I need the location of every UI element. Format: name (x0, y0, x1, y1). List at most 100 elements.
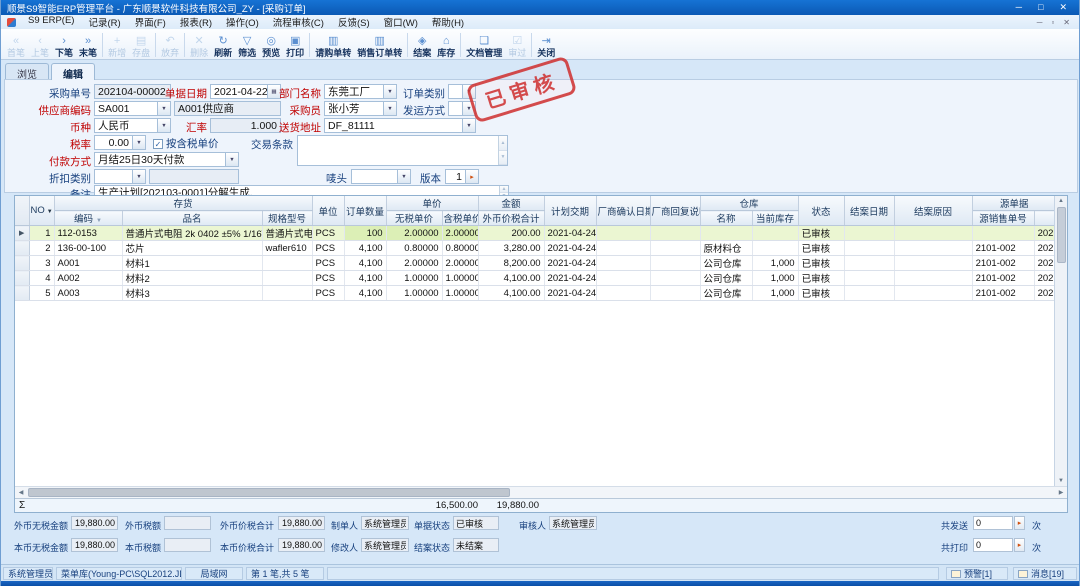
minimize-icon[interactable]: ─ (1016, 2, 1022, 13)
table-row[interactable]: 5A003材料3PCS4,1001.000001.000004,100.0020… (15, 286, 1054, 301)
dropdown-icon[interactable]: ▼ (397, 170, 410, 183)
supplier-code-field[interactable]: SA001▼ (94, 101, 171, 116)
toolbar-label: 库存 (437, 48, 455, 58)
status-alert[interactable]: 预警[1] (946, 567, 1008, 580)
col-price-inc-tax[interactable]: 含税单价 (442, 211, 478, 226)
row-selector[interactable]: ▶ (15, 226, 29, 241)
table-row[interactable]: 2136-00-100芯片wafler610PCS4,1000.800000.8… (15, 241, 1054, 256)
row-selector[interactable] (15, 241, 29, 256)
grid-main: NO▼ 存货 单位 订单数量 单价 金额 计划交期 厂商确认日期 厂商回复说明 … (15, 196, 1067, 486)
vertical-scroll-thumb[interactable] (1057, 207, 1066, 263)
toolbar-last-record[interactable]: »末笔 (76, 30, 100, 58)
print-count-unit: 次 (1032, 541, 1041, 554)
dropdown-icon[interactable]: ▼ (462, 119, 475, 132)
print-count-field[interactable]: 0 (973, 538, 1013, 552)
toolbar-pr-transfer[interactable]: ▥请购单转 (312, 30, 354, 58)
version-field[interactable]: 1▸ (445, 169, 479, 184)
horizontal-scrollbar[interactable]: ◀ ▶ (15, 486, 1067, 498)
col-code[interactable]: 编码▼ (54, 211, 122, 226)
toolbar-refresh[interactable]: ↻刷新 (211, 30, 235, 58)
mdi-minimize-icon[interactable]: ─ (1037, 18, 1043, 27)
col-close-reason[interactable]: 结案原因 (894, 196, 972, 226)
toolbar-delete: ✕删除 (187, 30, 211, 58)
dropdown-icon[interactable]: ▼ (225, 153, 238, 166)
menu-interface[interactable]: 界面(F) (128, 15, 173, 29)
col-unit[interactable]: 单位 (312, 196, 344, 226)
menu-reports[interactable]: 报表(R) (173, 15, 219, 29)
toolbar-close[interactable]: ⇥关闭 (534, 30, 558, 58)
col-current-stock[interactable]: 当前库存 (752, 211, 798, 226)
discount-type-field[interactable]: ▼ (94, 169, 146, 184)
vertical-scrollbar[interactable]: ▲ ▼ (1054, 196, 1067, 486)
col-order-qty[interactable]: 订单数量 (344, 196, 386, 226)
maximize-icon[interactable]: □ (1038, 2, 1043, 13)
toolbar-doc-mgmt[interactable]: ❏文档管理 (463, 30, 505, 58)
tab-edit[interactable]: 编辑 (51, 63, 95, 80)
scroll-up-icon[interactable]: ▲ (500, 186, 508, 193)
menu-s9erp[interactable]: S9 ERP(E) (21, 15, 81, 29)
scroll-down-icon[interactable]: ▼ (1058, 476, 1064, 486)
cell-no: 1 (29, 226, 54, 241)
toolbar-so-transfer[interactable]: ▥销售订单转 (354, 30, 405, 58)
dropdown-icon[interactable]: ▼ (157, 102, 170, 115)
trade-terms-field[interactable]: ▲▼ (297, 135, 508, 166)
trade-terms-label: 交易条款 (251, 137, 293, 152)
tax-inclusive-checkbox[interactable]: ✓按含税单价 (153, 136, 219, 151)
col-close-date[interactable]: 结案日期 (844, 196, 894, 226)
version-spinner-icon[interactable]: ▸ (465, 170, 478, 183)
row-selector[interactable] (15, 286, 29, 301)
menu-window[interactable]: 窗口(W) (377, 15, 425, 29)
row-selector[interactable] (15, 271, 29, 286)
col-no[interactable]: NO▼ (29, 196, 54, 226)
table-row[interactable]: 3A001材料1PCS4,1002.000002.000008,200.0020… (15, 256, 1054, 271)
tax-rate-field[interactable]: 0.00▼ (94, 135, 146, 150)
close-icon[interactable]: ✕ (1059, 2, 1067, 13)
toolbar-close-case[interactable]: ◈结案 (410, 30, 434, 58)
mark-field[interactable]: ▼ (351, 169, 411, 184)
menu-records[interactable]: 记录(R) (81, 15, 127, 29)
toolbar-print[interactable]: ▣打印 (283, 30, 307, 58)
col-price-ex-tax[interactable]: 无税单价 (386, 211, 442, 226)
dropdown-icon[interactable]: ▼ (132, 170, 145, 183)
menu-feedback[interactable]: 反馈(S) (331, 15, 377, 29)
table-row[interactable]: 4A002材料2PCS4,1001.000001.000004,100.0020… (15, 271, 1054, 286)
col-amount-fx-total[interactable]: 外币价税合计 (478, 211, 544, 226)
scroll-left-icon[interactable]: ◀ (15, 489, 27, 496)
scroll-up-icon[interactable]: ▲ (1058, 196, 1064, 206)
toolbar-next-record[interactable]: ›下笔 (52, 30, 76, 58)
tab-browse[interactable]: 浏览 (5, 63, 49, 79)
horizontal-scroll-thumb[interactable] (28, 488, 510, 497)
sent-count-button[interactable]: ▸ (1014, 516, 1025, 530)
col-vendor-confirm-date[interactable]: 厂商确认日期 (596, 196, 650, 226)
payment-field[interactable]: 月结25日30天付款▼ (94, 152, 239, 167)
col-due-date[interactable]: 计划交期 (544, 196, 596, 226)
ship-address-field[interactable]: DF_81111▼ (324, 118, 476, 133)
col-source-sales-no[interactable]: 源销售单号 (972, 211, 1034, 226)
toolbar-inventory[interactable]: ⌂库存 (434, 30, 458, 58)
scroll-up-icon[interactable]: ▲ (499, 136, 507, 151)
col-spec[interactable]: 规格型号 (262, 211, 312, 226)
toolbar-preview[interactable]: ◎预览 (259, 30, 283, 58)
scroll-right-icon[interactable]: ▶ (1055, 489, 1067, 496)
menu-workflow-audit[interactable]: 流程审核(C) (266, 15, 331, 29)
dropdown-icon[interactable]: ▼ (132, 136, 145, 149)
mdi-restore-icon[interactable]: ▫ (1051, 18, 1054, 27)
scroll-down-icon[interactable]: ▼ (499, 151, 507, 166)
toolbar-filter[interactable]: ▽筛选 (235, 30, 259, 58)
menu-help[interactable]: 帮助(H) (425, 15, 471, 29)
exchange-rate-label: 汇率 (133, 120, 207, 135)
col-status[interactable]: 状态 (798, 196, 844, 226)
menu-operations[interactable]: 操作(O) (219, 15, 266, 29)
table-row[interactable]: ▶1112-0153普通片式电阻 2k 0402 ±5% 1/16W普通片式电阻… (15, 226, 1054, 241)
cell-name: 材料2 (122, 271, 262, 286)
sent-count-field[interactable]: 0 (973, 516, 1013, 530)
status-message[interactable]: 消息[19] (1013, 567, 1077, 580)
mdi-close-icon[interactable]: ✕ (1063, 18, 1070, 27)
print-count-button[interactable]: ▸ (1014, 538, 1025, 552)
col-vendor-reply[interactable]: 厂商回复说明 (650, 196, 700, 226)
col-warehouse-name[interactable]: 名称 (700, 211, 752, 226)
filter-icon[interactable]: ▼ (96, 218, 102, 224)
row-selector[interactable] (15, 256, 29, 271)
cell-amount: 4,100.00 (478, 271, 544, 286)
col-item-name[interactable]: 品名 (122, 211, 262, 226)
